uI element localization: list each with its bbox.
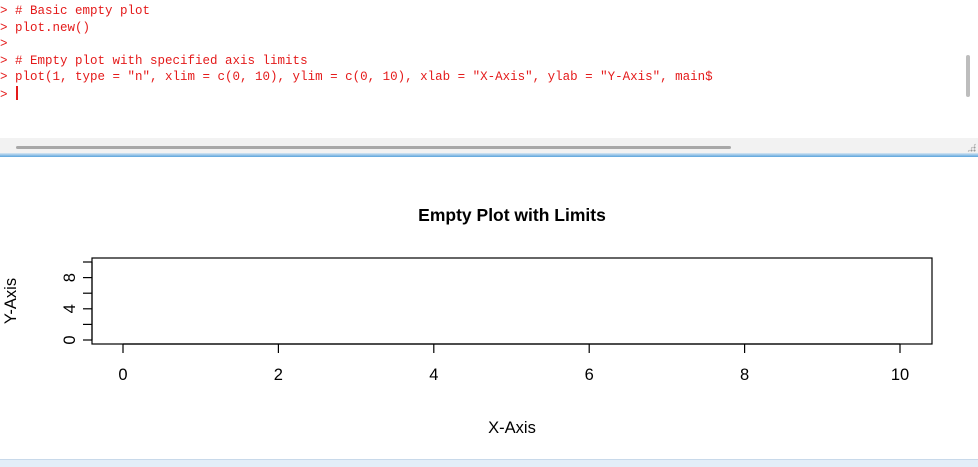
x-tick-label: 0 (118, 366, 127, 384)
console-line: > (0, 37, 8, 52)
x-axis: 0 2 4 6 8 10 (118, 343, 909, 384)
plot-title: Empty Plot with Limits (418, 205, 606, 225)
status-strip (0, 459, 978, 467)
console-line: > plot(1, type = "n", xlim = c(0, 10), y… (0, 70, 713, 85)
console-line: > # Empty plot with specified axis limit… (0, 53, 308, 68)
console-input-line[interactable]: > (0, 85, 958, 103)
horizontal-scrollbar[interactable] (0, 138, 978, 153)
console-line: > plot.new() (0, 20, 91, 35)
x-axis-label: X-Axis (488, 419, 536, 437)
plot-pane: Empty Plot with Limits 0 2 4 6 8 10 0 4 8 X-Axi… (0, 157, 978, 459)
x-tick-label: 2 (274, 366, 283, 384)
plot-canvas: Empty Plot with Limits 0 2 4 6 8 10 0 4 8 X-Axi… (2, 205, 933, 437)
vertical-scroll-thumb[interactable] (966, 55, 970, 97)
x-tick-label: 10 (891, 366, 909, 384)
x-tick-label: 6 (585, 366, 594, 384)
vertical-scrollbar[interactable] (961, 0, 978, 138)
x-tick-label: 8 (740, 366, 749, 384)
r-console[interactable]: > # Basic empty plot > plot.new() > > # … (0, 0, 978, 153)
resize-grip-icon[interactable] (967, 143, 976, 152)
y-tick-label: 0 (61, 335, 79, 344)
console-output: > # Basic empty plot > plot.new() > > # … (0, 3, 958, 103)
y-tick-label: 8 (61, 273, 79, 282)
y-tick-label: 4 (61, 304, 79, 313)
text-cursor (16, 85, 19, 100)
plot-region-box (91, 257, 933, 345)
y-axis-label: Y-Axis (2, 278, 20, 324)
y-axis: 0 4 8 (61, 261, 93, 345)
console-line: > # Basic empty plot (0, 4, 151, 18)
horizontal-scroll-thumb[interactable] (16, 146, 731, 149)
x-tick-label: 4 (429, 366, 438, 384)
